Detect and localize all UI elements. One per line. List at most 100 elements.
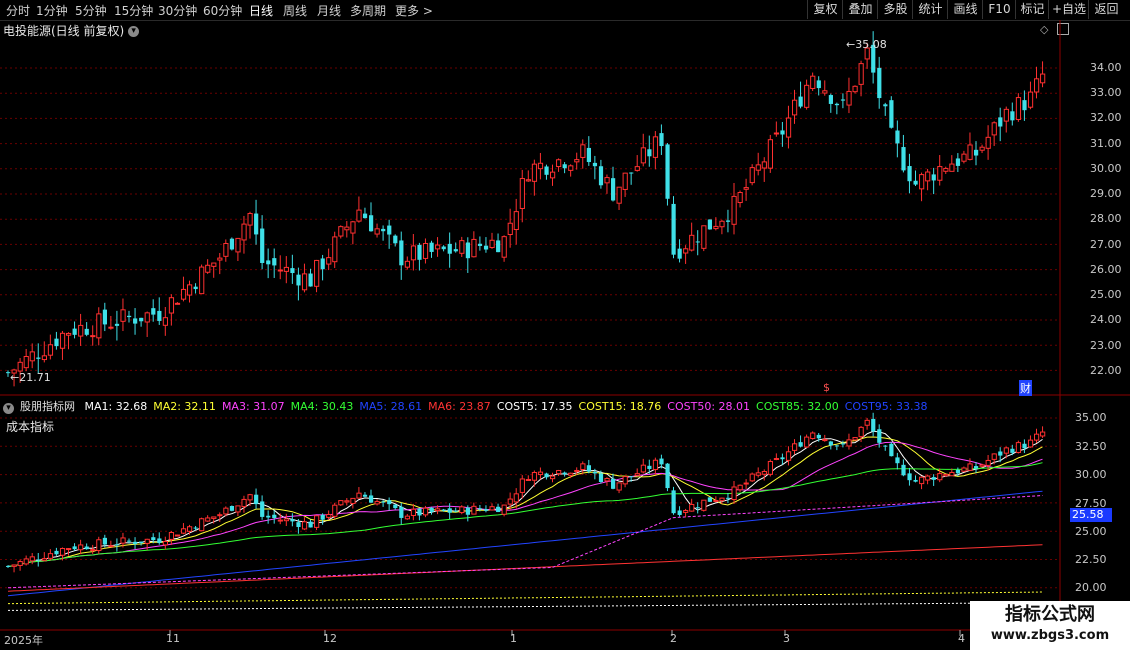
mark-button[interactable]: 标记 <box>1015 0 1049 19</box>
candle-body <box>767 461 773 475</box>
period-tab-15min[interactable]: 15分钟 <box>114 2 153 19</box>
cost15-value: COST15: 18.76 <box>578 400 662 413</box>
candle-body <box>507 222 513 235</box>
candle-body <box>162 540 169 546</box>
ma4-line <box>7 462 1043 567</box>
period-tab-monthly[interactable]: 月线 <box>317 2 341 19</box>
candle-body <box>889 100 894 128</box>
candle-body <box>435 508 441 512</box>
candle-body <box>640 147 646 164</box>
candle-body <box>998 117 1003 127</box>
candle-body <box>326 257 332 265</box>
kline-chart <box>0 20 1130 636</box>
candle-body <box>901 464 906 476</box>
candle-body <box>120 309 126 322</box>
finance-marker[interactable]: 财 <box>1019 380 1032 396</box>
candle-body <box>611 178 616 201</box>
candle-body <box>320 258 325 270</box>
diamond-icon[interactable]: ◇ <box>1040 23 1048 36</box>
candle-body <box>59 332 66 349</box>
candle-body <box>537 471 544 476</box>
candle-body <box>350 221 356 234</box>
candle-body <box>465 507 470 515</box>
candle-body <box>338 500 344 506</box>
candle-body <box>114 323 120 326</box>
period-tab-60min[interactable]: 60分钟 <box>203 2 242 19</box>
period-tab-more[interactable]: 更多 > <box>395 2 433 19</box>
multi-stock-button[interactable]: 多股 <box>877 0 913 19</box>
event-marker[interactable]: $ <box>823 381 830 394</box>
candle-body <box>895 457 900 464</box>
back-button[interactable]: 返回 <box>1088 0 1124 19</box>
candle-body <box>447 508 452 513</box>
indicator-tick: 27.50 <box>1075 497 1107 510</box>
add-watchlist-button[interactable]: +自选 <box>1048 0 1089 19</box>
price-tick: 31.00 <box>1090 137 1122 150</box>
ma2-line <box>7 436 1043 567</box>
period-tab-1min[interactable]: 1分钟 <box>36 2 68 19</box>
cost85-value: COST85: 32.00 <box>756 400 839 413</box>
stock-title[interactable]: 电投能源(日线 前复权) ▾ <box>3 22 140 39</box>
candle-body <box>1034 433 1040 441</box>
candle-body <box>168 532 175 540</box>
candle-body <box>713 225 719 230</box>
period-tab-30min[interactable]: 30分钟 <box>158 2 197 19</box>
candle-body <box>580 144 586 158</box>
candle-body <box>266 260 271 265</box>
statistics-button[interactable]: 统计 <box>912 0 948 19</box>
time-tick: 2025年 <box>4 634 43 647</box>
candle-body <box>568 472 574 476</box>
candle-body <box>544 473 549 478</box>
period-tab-timeshare[interactable]: 分时 <box>6 2 30 19</box>
restore-rights-button[interactable]: 复权 <box>807 0 843 19</box>
candle-body <box>447 243 452 254</box>
chevron-down-icon[interactable]: ▾ <box>128 26 140 37</box>
overlay-button[interactable]: 叠加 <box>842 0 878 19</box>
candle-body <box>417 508 422 516</box>
candle-body <box>247 494 253 501</box>
price-tick: 28.00 <box>1090 212 1122 225</box>
candle-body <box>441 509 446 511</box>
candle-body <box>483 509 489 511</box>
candle-body <box>441 246 446 250</box>
time-tick: 3 <box>783 632 790 645</box>
candle-body <box>883 445 888 447</box>
candlesticks <box>6 31 1046 387</box>
candle-body <box>931 477 936 480</box>
candle-body <box>356 492 362 499</box>
draw-line-button[interactable]: 画线 <box>947 0 983 19</box>
candle-body <box>96 313 102 339</box>
f10-button[interactable]: F10 <box>982 0 1016 19</box>
candle-body <box>834 445 840 447</box>
candle-body <box>925 171 931 182</box>
candle-body <box>525 478 531 481</box>
candle-body <box>792 99 798 116</box>
candle-body <box>858 63 864 85</box>
period-tab-daily[interactable]: 日线 <box>249 2 273 19</box>
candle-body <box>773 132 780 135</box>
candle-body <box>133 541 138 545</box>
period-tab-weekly[interactable]: 周线 <box>283 2 307 19</box>
candle-body <box>314 515 320 528</box>
candle-body <box>665 463 670 489</box>
candle-body <box>695 507 700 509</box>
candle-body <box>326 514 332 518</box>
candle-body <box>235 237 241 253</box>
watermark: 指标公式网 www.zbgs3.com <box>970 601 1130 650</box>
candle-body <box>174 302 181 305</box>
candle-body <box>634 166 640 171</box>
period-tab-multi[interactable]: 多周期 <box>350 2 386 19</box>
candle-body <box>846 439 852 447</box>
candle-body <box>381 501 386 503</box>
indicator-tick: 35.00 <box>1075 411 1107 424</box>
candle-body <box>36 559 41 561</box>
panel-toggle-icon[interactable] <box>1057 23 1069 35</box>
candle-body <box>241 498 247 508</box>
candle-body <box>47 344 54 356</box>
candle-body <box>429 242 434 252</box>
chevron-down-icon[interactable]: ▾ <box>3 403 14 414</box>
candle-body <box>755 164 761 171</box>
period-tab-5min[interactable]: 5分钟 <box>75 2 107 19</box>
candle-body <box>943 167 949 172</box>
candle-body <box>168 297 175 314</box>
